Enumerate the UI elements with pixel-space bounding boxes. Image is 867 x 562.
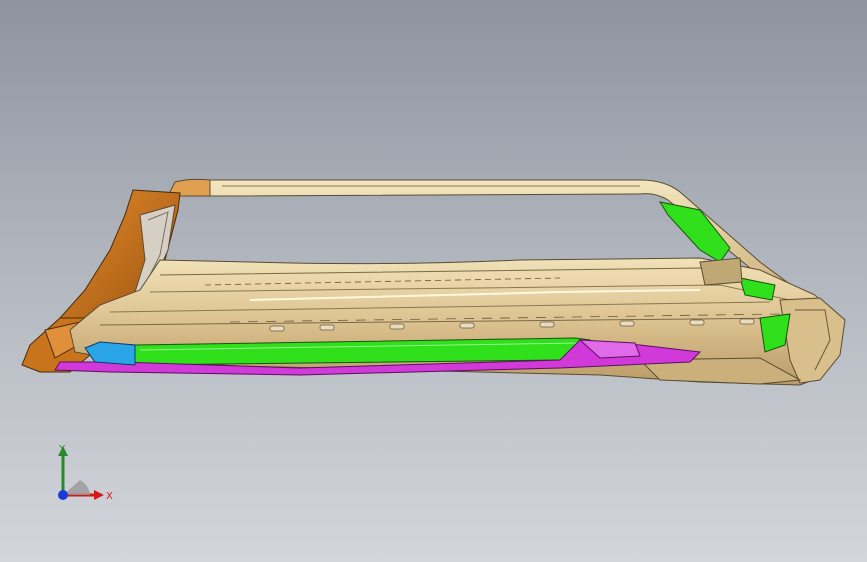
reference-triad: Y X [58,444,113,502]
graphics-viewport[interactable]: Y X [0,0,867,562]
z-axis-dot [58,490,68,500]
x-axis-label: X [106,491,113,502]
3d-model-view[interactable] [0,0,867,562]
y-axis-label: Y [58,444,66,455]
